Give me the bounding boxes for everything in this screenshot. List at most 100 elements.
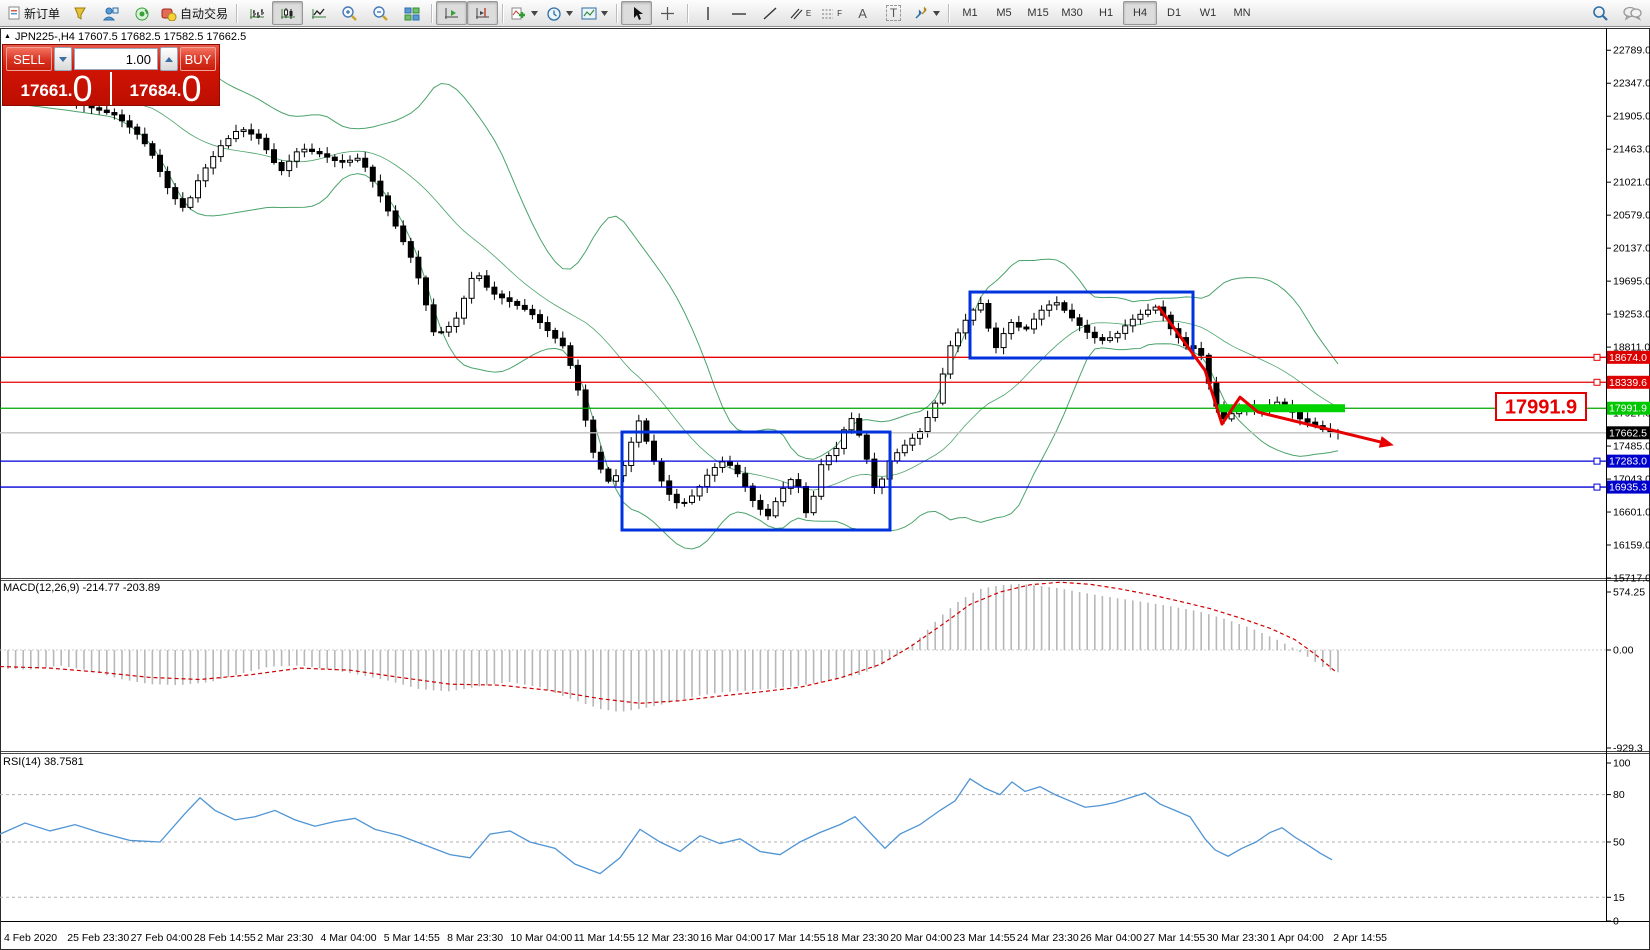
candlestick-chart-button[interactable] bbox=[272, 1, 303, 25]
level-handle[interactable] bbox=[1594, 458, 1600, 464]
market-button[interactable] bbox=[95, 1, 126, 25]
search-button[interactable] bbox=[1585, 1, 1616, 25]
resistance-highlight-bar[interactable] bbox=[1218, 404, 1345, 412]
auto-scroll-button[interactable] bbox=[436, 1, 467, 25]
arrows-button[interactable] bbox=[909, 1, 944, 25]
time-label: 4 Feb 2020 bbox=[4, 932, 57, 944]
cursor-icon bbox=[630, 6, 644, 21]
time-label: 20 Mar 04:00 bbox=[890, 932, 952, 944]
user-chart-icon bbox=[103, 6, 119, 21]
time-label: 27 Feb 04:00 bbox=[131, 932, 193, 944]
toolbar-separator bbox=[948, 4, 949, 23]
time-label: 2 Mar 23:30 bbox=[257, 932, 313, 944]
volume-decrease-button[interactable] bbox=[54, 47, 72, 71]
label-button[interactable]: T bbox=[878, 1, 909, 25]
svg-text:22789.0: 22789.0 bbox=[1613, 45, 1650, 57]
templates-button[interactable] bbox=[577, 1, 612, 25]
indicators-icon bbox=[511, 6, 527, 21]
chart-canvas[interactable]: 17991.922789.022347.021905.021463.021021… bbox=[0, 0, 1650, 950]
tile-windows-button[interactable] bbox=[396, 1, 427, 25]
big-price-label[interactable]: 17991.9 bbox=[1496, 393, 1586, 420]
new-order-button[interactable]: 新订单 bbox=[3, 1, 64, 25]
timeframe-m15[interactable]: M15 bbox=[1021, 1, 1055, 25]
timeframe-h1[interactable]: H1 bbox=[1089, 1, 1123, 25]
svg-text:16601.0: 16601.0 bbox=[1613, 507, 1650, 519]
sell-button[interactable]: SELL bbox=[6, 47, 52, 71]
zoom-out-button[interactable] bbox=[365, 1, 396, 25]
chart-shift-button[interactable] bbox=[467, 1, 498, 25]
level-handle[interactable] bbox=[1594, 354, 1600, 360]
timeframe-m30[interactable]: M30 bbox=[1055, 1, 1089, 25]
timeframe-w1[interactable]: W1 bbox=[1191, 1, 1225, 25]
indicators-button[interactable] bbox=[507, 1, 542, 25]
svg-text:21463.0: 21463.0 bbox=[1613, 144, 1650, 156]
timeframe-h4[interactable]: H4 bbox=[1123, 1, 1157, 25]
autotrading-button[interactable]: 自动交易 bbox=[157, 1, 232, 25]
sell-price[interactable]: 17661.0 bbox=[3, 72, 112, 105]
timeframe-m1[interactable]: M1 bbox=[953, 1, 987, 25]
crosshair-button[interactable] bbox=[652, 1, 683, 25]
svg-text:15: 15 bbox=[1613, 892, 1625, 904]
chat-button[interactable] bbox=[1616, 1, 1647, 25]
toolbar-separator bbox=[616, 4, 617, 23]
equidistant-channel-button[interactable]: E bbox=[785, 1, 816, 25]
template-icon bbox=[581, 6, 597, 21]
trendline-button[interactable] bbox=[754, 1, 785, 25]
arrows-icon bbox=[913, 6, 929, 21]
vertical-line-button[interactable] bbox=[692, 1, 723, 25]
time-label: 1 Apr 04:00 bbox=[1270, 932, 1324, 944]
time-label: 11 Mar 14:55 bbox=[574, 932, 635, 944]
time-label: 23 Mar 14:55 bbox=[954, 932, 1016, 944]
macd-indicator-label: MACD(12,26,9) -214.77 -203.89 bbox=[3, 582, 160, 594]
one-click-trading-panel: SELL BUY 17661.0 17684.0 bbox=[2, 44, 220, 106]
time-label: 28 Feb 14:55 bbox=[194, 932, 256, 944]
collapse-icon[interactable]: ▲ bbox=[4, 33, 11, 40]
time-label: 5 Mar 14:55 bbox=[384, 932, 440, 944]
fibonacci-button[interactable]: F bbox=[816, 1, 847, 25]
bar-chart-button[interactable] bbox=[241, 1, 272, 25]
autotrading-label: 自动交易 bbox=[180, 5, 228, 22]
toolbar-separator bbox=[687, 4, 688, 23]
level-handle[interactable] bbox=[1594, 484, 1600, 490]
crosshair-icon bbox=[660, 6, 675, 21]
autotrading-icon bbox=[161, 6, 177, 21]
cursor-button[interactable] bbox=[621, 1, 652, 25]
time-label: 2 Apr 14:55 bbox=[1333, 932, 1387, 944]
signals-button[interactable] bbox=[126, 1, 157, 25]
clock-icon bbox=[546, 6, 562, 21]
toolbar-separator bbox=[502, 4, 503, 23]
svg-text:0: 0 bbox=[1613, 916, 1619, 928]
timeframe-m5[interactable]: M5 bbox=[987, 1, 1021, 25]
svg-text:574.25: 574.25 bbox=[1613, 587, 1645, 599]
arrows-caret-icon bbox=[933, 11, 940, 16]
volume-increase-button[interactable] bbox=[160, 47, 178, 71]
bar-chart-icon bbox=[249, 6, 265, 21]
channel-e-glyph: E bbox=[806, 9, 811, 18]
level-handle[interactable] bbox=[1594, 379, 1600, 385]
volume-input[interactable] bbox=[74, 48, 158, 70]
fibonacci-icon bbox=[821, 7, 834, 20]
svg-text:80: 80 bbox=[1613, 789, 1625, 801]
trendline-icon bbox=[762, 6, 778, 21]
svg-text:19253.0: 19253.0 bbox=[1613, 309, 1650, 321]
svg-text:16159.0: 16159.0 bbox=[1613, 540, 1650, 552]
tile-windows-icon bbox=[404, 6, 420, 21]
mql-button[interactable] bbox=[64, 1, 95, 25]
line-chart-button[interactable] bbox=[303, 1, 334, 25]
buy-price[interactable]: 17684.0 bbox=[112, 72, 219, 105]
time-label: 25 Feb 23:30 bbox=[67, 932, 129, 944]
svg-text:17485.0: 17485.0 bbox=[1613, 441, 1650, 453]
timeframe-d1[interactable]: D1 bbox=[1157, 1, 1191, 25]
time-label: 17 Mar 14:55 bbox=[764, 932, 826, 944]
periods-button[interactable] bbox=[542, 1, 577, 25]
svg-text:15717.0: 15717.0 bbox=[1613, 573, 1650, 585]
new-order-icon bbox=[7, 6, 21, 20]
time-label: 16 Mar 04:00 bbox=[700, 932, 762, 944]
text-button[interactable]: A bbox=[847, 1, 878, 25]
horizontal-line-button[interactable] bbox=[723, 1, 754, 25]
channel-icon bbox=[790, 7, 803, 20]
zoom-in-button[interactable] bbox=[334, 1, 365, 25]
timeframe-mn[interactable]: MN bbox=[1225, 1, 1259, 25]
spin-down-icon bbox=[59, 56, 67, 62]
time-label: 12 Mar 23:30 bbox=[637, 932, 699, 944]
